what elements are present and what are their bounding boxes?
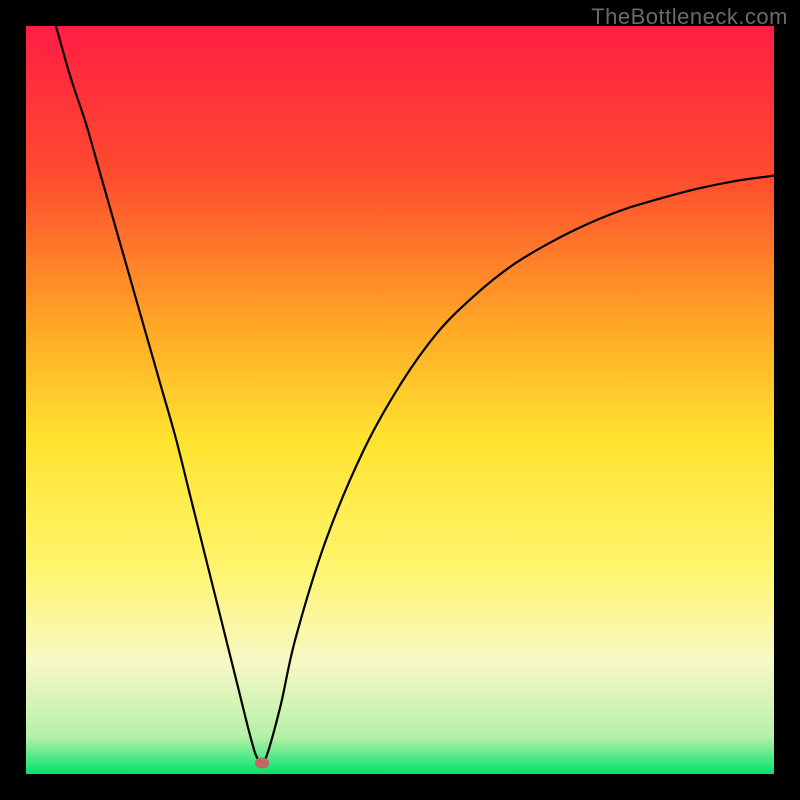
- bottleneck-marker: [255, 757, 269, 768]
- watermark-text: TheBottleneck.com: [591, 4, 788, 30]
- chart-frame: TheBottleneck.com: [0, 0, 800, 800]
- plot-svg: [26, 26, 774, 774]
- gradient-background: [26, 26, 774, 774]
- plot-area: [26, 26, 774, 774]
